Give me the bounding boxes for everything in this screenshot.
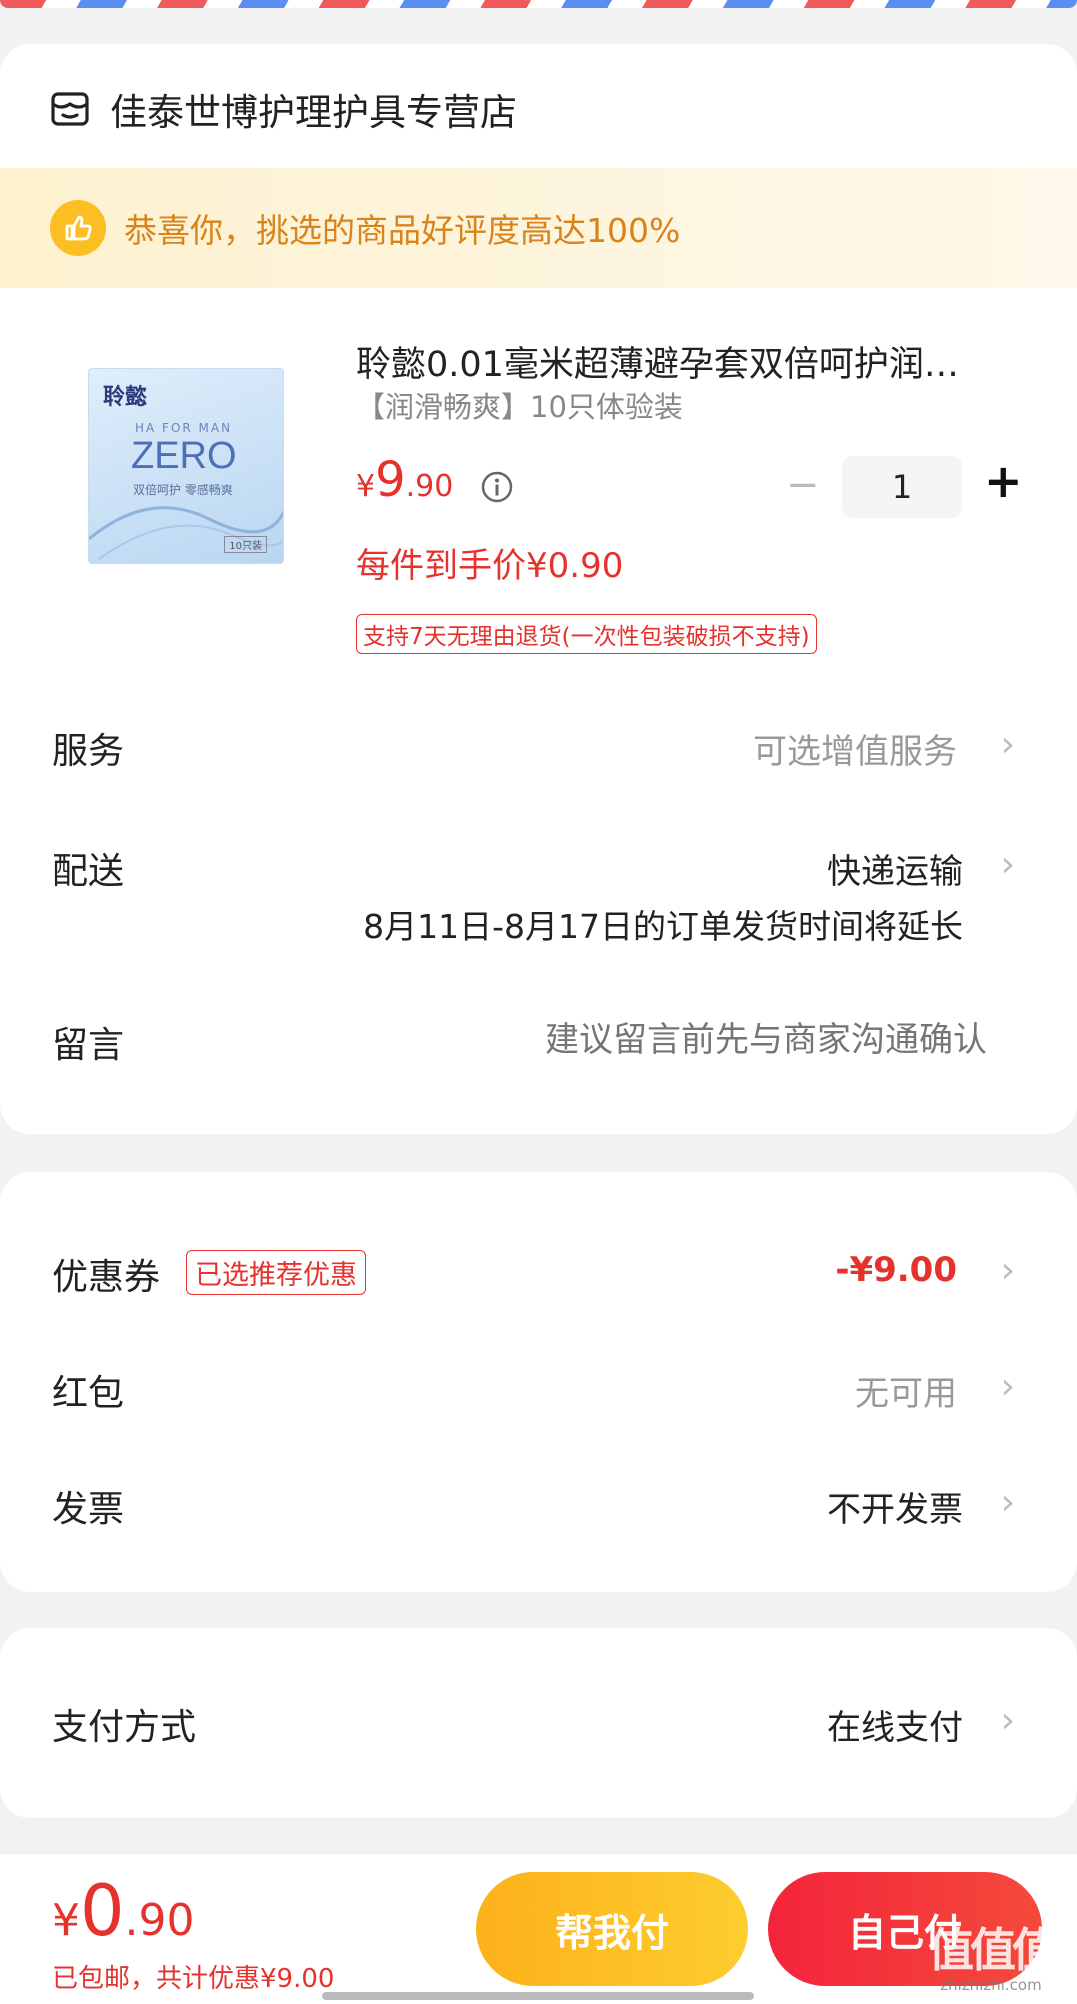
quantity-input[interactable]: 1: [842, 456, 962, 518]
service-label: 服务: [52, 731, 125, 772]
final-price: 每件到手价¥0.90: [356, 546, 624, 586]
product-spec[interactable]: 【润滑畅爽】10只体验装: [356, 384, 683, 426]
product-brand: 聆懿: [103, 384, 148, 410]
store-name: 佳泰世博护理护具专营店: [110, 91, 517, 134]
chevron-right-icon: ›: [1000, 1482, 1015, 1523]
service-row[interactable]: 服务 可选增值服务 ›: [0, 712, 1077, 782]
watermark: 值值值 zhizhizhi.com: [928, 1923, 1058, 1994]
service-value: 可选增值服务: [753, 732, 957, 772]
rating-banner: 恭喜你，挑选的商品好评度高达100%: [0, 168, 1077, 288]
coupon-badge: 已选推荐优惠: [186, 1250, 366, 1295]
redpacket-value: 无可用: [855, 1374, 957, 1414]
price-summary: 已包邮，共计优惠¥9.00: [52, 1964, 335, 1994]
checkout-bar: ¥ 0 .90 已包邮，共计优惠¥9.00 帮我付 自己付 值值值 zhizhi…: [0, 1854, 1077, 2004]
store-icon: [50, 89, 90, 129]
invoice-value: 不开发票: [827, 1490, 963, 1530]
product-count: 10只装: [224, 536, 267, 553]
invoice-label: 发票: [52, 1489, 125, 1530]
message-input[interactable]: [427, 1012, 987, 1068]
unit-price: ¥ 9 .90: [356, 452, 454, 508]
help-pay-button[interactable]: 帮我付: [476, 1872, 748, 1986]
product-title[interactable]: 聆懿0.01毫米超薄避孕套双倍呵护润…: [356, 336, 1026, 387]
home-indicator: [322, 1992, 754, 2000]
payment-value: 在线支付: [827, 1708, 963, 1748]
discount-card: 优惠券 已选推荐优惠 -¥9.00 › 红包 无可用 › 发票 不开发票 ›: [0, 1172, 1077, 1592]
delivery-note: 8月11日-8月17日的订单发货时间将延长: [363, 907, 963, 946]
quantity-decrease-button[interactable]: −: [786, 462, 820, 508]
payment-row[interactable]: 支付方式 在线支付 ›: [0, 1688, 1077, 1758]
store-header[interactable]: 佳泰世博护理护具专营店: [50, 82, 517, 136]
return-policy-badge: 支持7天无理由退货(一次性包装破损不支持): [356, 614, 817, 654]
chevron-right-icon: ›: [1000, 844, 1015, 885]
thumbs-up-icon: [50, 200, 106, 256]
order-card: 佳泰世博护理护具专营店 恭喜你，挑选的商品好评度高达100% 聆懿 HA FOR…: [0, 44, 1077, 1134]
coupon-row[interactable]: 优惠券 已选推荐优惠 -¥9.00 ›: [0, 1238, 1077, 1308]
info-icon[interactable]: [480, 470, 514, 504]
airmail-border: [0, 0, 1077, 8]
message-row: 留言: [0, 1006, 1077, 1076]
quantity-increase-button[interactable]: +: [984, 454, 1023, 508]
product-model: ZERO: [131, 435, 237, 477]
banner-text: 恭喜你，挑选的商品好评度高达100%: [124, 211, 681, 250]
redpacket-row[interactable]: 红包 无可用 ›: [0, 1354, 1077, 1424]
chevron-right-icon: ›: [1000, 724, 1015, 765]
payment-label: 支付方式: [52, 1707, 197, 1748]
delivery-row[interactable]: 配送 快递运输 › 8月11日-8月17日的订单发货时间将延长: [0, 832, 1077, 952]
chevron-right-icon: ›: [1000, 1250, 1015, 1291]
coupon-value: -¥9.00: [835, 1250, 957, 1290]
total-price: ¥ 0 .90: [52, 1870, 195, 1952]
delivery-value: 快递运输: [827, 852, 963, 892]
redpacket-label: 红包: [52, 1373, 125, 1414]
chevron-right-icon: ›: [1000, 1366, 1015, 1407]
message-label: 留言: [52, 1025, 125, 1066]
product-line: HA FOR MAN: [135, 421, 233, 435]
chevron-right-icon: ›: [1000, 1700, 1015, 1741]
invoice-row[interactable]: 发票 不开发票 ›: [0, 1470, 1077, 1540]
product-image[interactable]: 聆懿 HA FOR MAN ZERO 双倍呵护 零感畅爽 10只装: [88, 368, 284, 564]
delivery-label: 配送: [52, 851, 125, 892]
payment-card: 支付方式 在线支付 ›: [0, 1628, 1077, 1818]
coupon-label: 优惠券: [52, 1257, 161, 1298]
